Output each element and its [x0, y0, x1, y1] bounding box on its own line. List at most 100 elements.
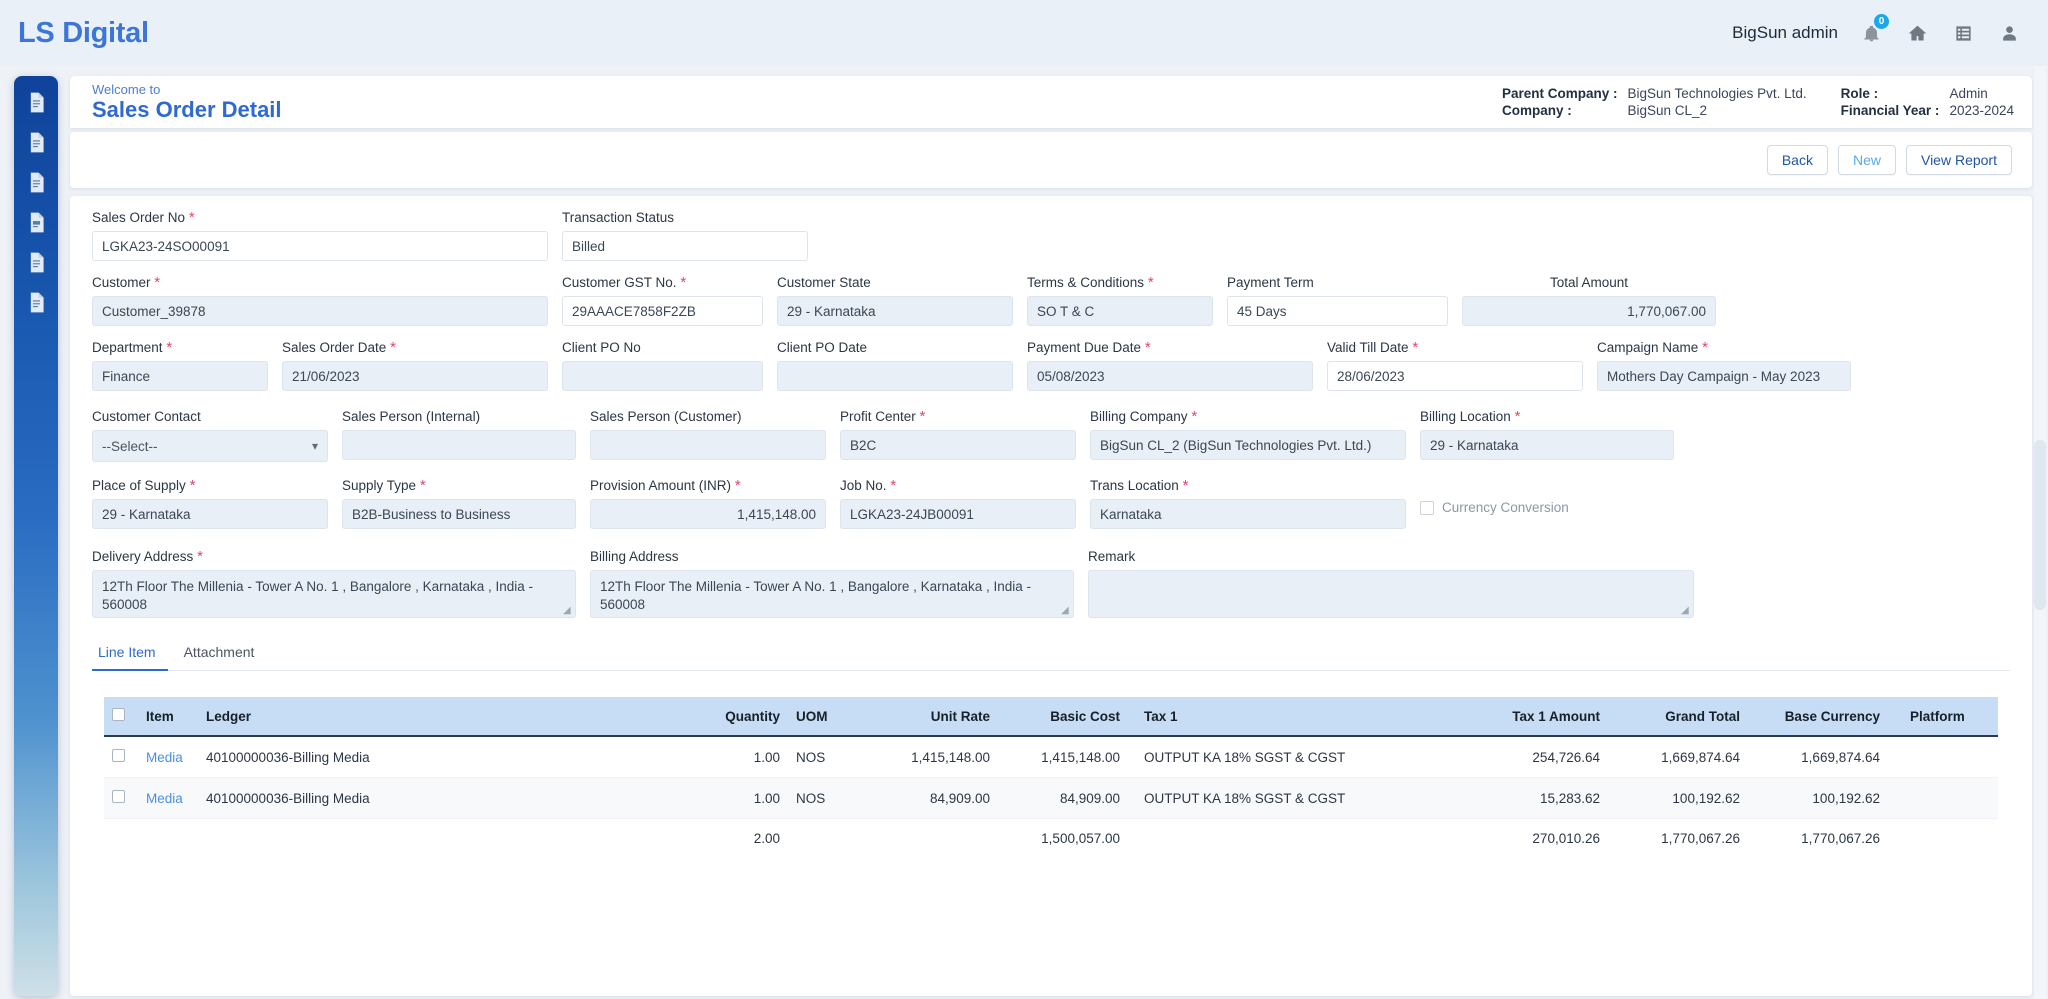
resize-grip-icon[interactable]: ◢: [563, 606, 573, 616]
financial-year-label: Financial Year :: [1840, 103, 1940, 118]
sidebar-item-document-2[interactable]: [25, 130, 47, 154]
input-supply-type[interactable]: B2B-Business to Business: [342, 499, 576, 529]
input-terms-conditions[interactable]: SO T & C: [1027, 296, 1213, 326]
column-select-all[interactable]: [104, 697, 138, 737]
cell-base-currency: 1,669,874.64: [1748, 736, 1888, 778]
select-all-checkbox[interactable]: [112, 708, 125, 721]
cell-base-currency: 100,192.62: [1748, 777, 1888, 819]
new-button[interactable]: New: [1837, 145, 1896, 175]
input-customer-state[interactable]: 29 - Karnataka: [777, 296, 1013, 326]
field-billing-company: Billing Company * BigSun CL_2 (BigSun Te…: [1090, 409, 1420, 468]
input-transaction-status[interactable]: Billed: [562, 231, 808, 261]
bell-icon[interactable]: 0: [1856, 14, 1889, 48]
required-marker: *: [1144, 339, 1151, 356]
table-row[interactable]: Media 40100000036-Billing Media 1.00 NOS…: [104, 736, 1998, 778]
required-marker: *: [1514, 408, 1521, 425]
field-payment-term: Payment Term 45 Days: [1227, 275, 1462, 334]
sidebar-item-document-1[interactable]: [25, 90, 47, 114]
input-payment-due-date[interactable]: 05/08/2023: [1027, 361, 1313, 391]
input-job-no[interactable]: LGKA23-24JB00091: [840, 499, 1076, 529]
input-provision-amount[interactable]: 1,415,148.00: [590, 499, 826, 529]
input-valid-till-date[interactable]: 28/06/2023: [1327, 361, 1583, 391]
user-icon[interactable]: [1994, 18, 2024, 48]
view-report-button[interactable]: View Report: [1905, 145, 2012, 175]
tab-attachment[interactable]: Attachment: [168, 636, 271, 670]
sales-order-form: Sales Order No * LGKA23-24SO00091 Transa…: [70, 196, 2032, 996]
input-billing-company[interactable]: BigSun CL_2 (BigSun Technologies Pvt. Lt…: [1090, 430, 1406, 460]
textarea-delivery-address[interactable]: 12Th Floor The Millenia - Tower A No. 1 …: [92, 570, 576, 618]
label-client-po-date: Client PO Date: [777, 340, 868, 355]
home-icon[interactable]: [1902, 18, 1932, 48]
label-remark: Remark: [1088, 549, 1136, 564]
input-total-amount[interactable]: 1,770,067.00: [1462, 296, 1716, 326]
field-customer-state: Customer State 29 - Karnataka: [777, 275, 1027, 334]
input-billing-location[interactable]: 29 - Karnataka: [1420, 430, 1674, 460]
table-body: Media 40100000036-Billing Media 1.00 NOS…: [104, 736, 1998, 858]
input-sales-order-date[interactable]: 21/06/2023: [282, 361, 548, 391]
sidebar-item-document-4[interactable]: [25, 210, 47, 234]
financial-year-value: 2023-2024: [1949, 103, 2014, 118]
required-marker: *: [188, 209, 195, 226]
totals-platform: [1888, 819, 1998, 859]
cell-quantity: 1.00: [698, 736, 788, 778]
role-label: Role :: [1840, 86, 1879, 101]
input-trans-location[interactable]: Karnataka: [1090, 499, 1406, 529]
resize-grip-icon[interactable]: ◢: [1061, 606, 1071, 616]
cell-item[interactable]: Media: [138, 736, 198, 778]
role-value: Admin: [1949, 86, 1988, 101]
field-provision-amount: Provision Amount (INR) * 1,415,148.00: [590, 478, 840, 537]
page-scrollbar-thumb[interactable]: [2034, 440, 2046, 610]
table-row[interactable]: Media 40100000036-Billing Media 1.00 NOS…: [104, 777, 1998, 819]
label-billing-company: Billing Company *: [1090, 408, 1198, 425]
textarea-billing-address[interactable]: 12Th Floor The Millenia - Tower A No. 1 …: [590, 570, 1074, 618]
field-total-amount: Total Amount 1,770,067.00: [1462, 275, 1730, 334]
input-profit-center[interactable]: B2C: [840, 430, 1076, 460]
input-client-po-date[interactable]: [777, 361, 1013, 391]
back-button[interactable]: Back: [1766, 145, 1828, 175]
company-label: Company :: [1501, 103, 1572, 118]
input-place-of-supply[interactable]: 29 - Karnataka: [92, 499, 328, 529]
label-terms-conditions: Terms & Conditions *: [1027, 274, 1154, 291]
column-item: Item: [138, 697, 198, 737]
input-sales-person-internal[interactable]: [342, 430, 576, 460]
field-sales-person-customer: Sales Person (Customer): [590, 409, 840, 468]
select-customer-contact[interactable]: --Select-- ▾: [92, 430, 328, 462]
currency-conversion-row[interactable]: Currency Conversion: [1420, 478, 1674, 515]
input-client-po-no[interactable]: [562, 361, 763, 391]
tab-line-item[interactable]: Line Item: [92, 636, 168, 671]
row-checkbox[interactable]: [112, 790, 125, 803]
input-department[interactable]: Finance: [92, 361, 268, 391]
select-customer-contact-value: --Select--: [102, 438, 158, 454]
detail-tabs: Line Item Attachment: [92, 636, 2010, 671]
column-grand-total: Grand Total: [1608, 697, 1748, 737]
totals-item: [138, 819, 198, 859]
row-checkbox[interactable]: [112, 749, 125, 762]
input-sales-person-customer[interactable]: [590, 430, 826, 460]
sidebar-item-document-5[interactable]: [25, 250, 47, 274]
input-sales-order-no[interactable]: LGKA23-24SO00091: [92, 231, 548, 261]
label-provision-amount: Provision Amount (INR) *: [590, 477, 741, 494]
page-title: Sales Order Detail: [92, 96, 282, 122]
required-marker: *: [680, 274, 687, 291]
input-payment-term[interactable]: 45 Days: [1227, 296, 1448, 326]
label-transaction-status: Transaction Status: [562, 210, 675, 225]
input-customer-gst-no[interactable]: 29AAACE7858F2ZB: [562, 296, 763, 326]
totals-tax1: [1128, 819, 1468, 859]
cell-item[interactable]: Media: [138, 777, 198, 819]
column-ledger: Ledger: [198, 697, 698, 737]
field-delivery-address: Delivery Address * 12Th Floor The Millen…: [92, 549, 590, 626]
list-icon[interactable]: [1948, 18, 1978, 48]
row-select-cell[interactable]: [104, 777, 138, 819]
input-campaign-name[interactable]: Mothers Day Campaign - May 2023: [1597, 361, 1851, 391]
cell-ledger: 40100000036-Billing Media: [198, 777, 698, 819]
resize-grip-icon[interactable]: ◢: [1681, 606, 1691, 616]
current-user-label: BigSun admin: [1732, 23, 1838, 42]
currency-conversion-checkbox[interactable]: [1420, 500, 1434, 515]
app-logo[interactable]: LS Digital: [18, 17, 149, 50]
input-customer[interactable]: Customer_39878: [92, 296, 548, 326]
field-trans-location: Trans Location * Karnataka: [1090, 478, 1420, 537]
sidebar-item-document-6[interactable]: [25, 290, 47, 314]
row-select-cell[interactable]: [104, 736, 138, 778]
textarea-remark[interactable]: ◢: [1088, 570, 1694, 618]
sidebar-item-document-3[interactable]: [25, 170, 47, 194]
